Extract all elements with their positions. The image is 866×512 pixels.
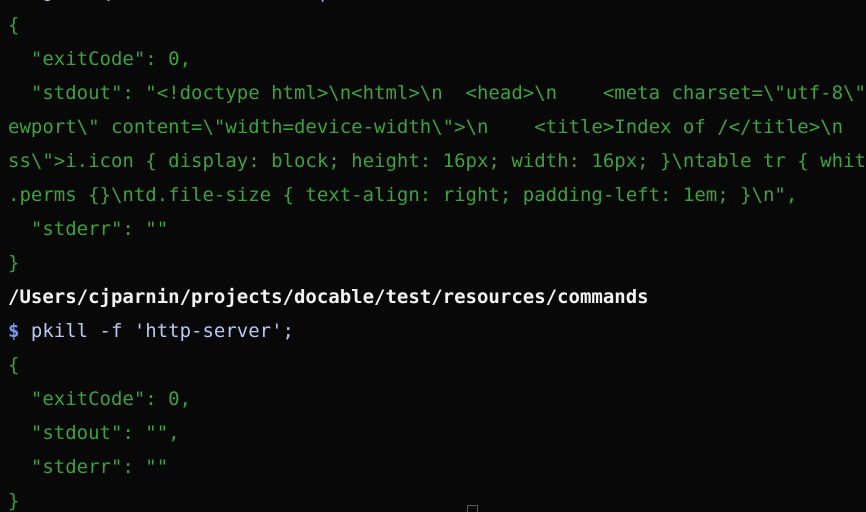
terminal-line-output: ss\">i.icon { display: block; height: 16…	[8, 150, 866, 172]
block-cursor	[467, 505, 478, 512]
terminal-line-command: $ pkill -f 'http-server';	[8, 314, 866, 348]
terminal-line-output: "stdout": "<!doctype html>\n<html>\n <he…	[30, 82, 866, 104]
shell-prompt-symbol: $	[8, 320, 20, 342]
command-text: wget -qO- localhost:8888 | head -n 10	[19, 0, 454, 2]
terminal-line-output: ewport\" content=\"width=device-width\">…	[8, 116, 844, 138]
terminal-line-output: "stdout": "",	[8, 422, 180, 444]
terminal-line-output: {	[8, 354, 20, 376]
shell-prompt-symbol: $	[8, 0, 19, 2]
terminal-line-output: "stderr": ""	[8, 456, 169, 478]
command-text: pkill -f 'http-server';	[19, 320, 294, 342]
terminal-line-command: $ wget -qO- localhost:8888 | head -n 10	[8, 0, 866, 8]
terminal-line-output: }	[8, 490, 20, 512]
terminal-line-output: "exitCode": 0,	[8, 388, 192, 410]
terminal-line-output: "exitCode": 0,	[8, 48, 192, 70]
terminal-window[interactable]: $ wget -qO- localhost:8888 | head -n 10 …	[0, 0, 866, 512]
terminal-line-output: {	[8, 14, 20, 36]
terminal-line-output: .perms {}\ntd.file-size { text-align: ri…	[8, 184, 798, 206]
terminal-line-output: "stderr": ""	[8, 218, 169, 240]
working-directory-path: /Users/cjparnin/projects/docable/test/re…	[8, 286, 649, 308]
terminal-scrollback: $ wget -qO- localhost:8888 | head -n 10 …	[0, 0, 866, 512]
terminal-line-output: }	[8, 252, 20, 274]
